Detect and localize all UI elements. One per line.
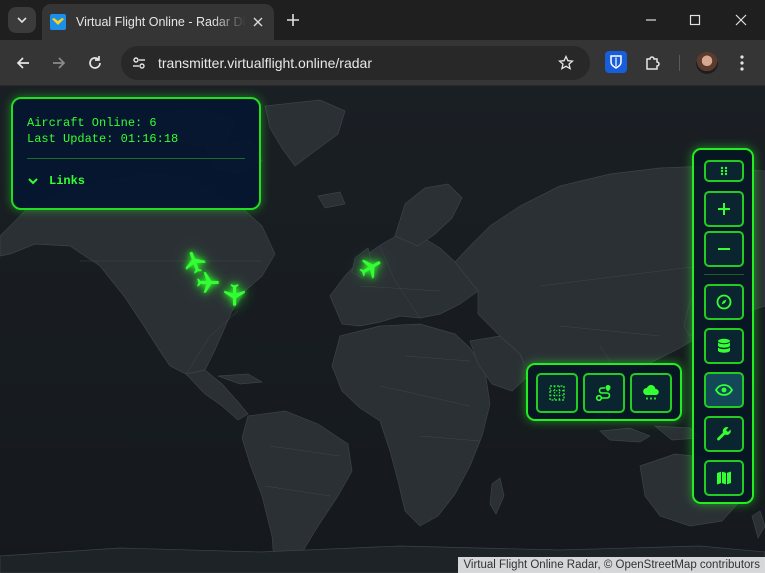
grid-layer-icon [549, 385, 565, 401]
close-window-button[interactable] [723, 5, 759, 35]
map-control-rail [692, 148, 754, 504]
maximize-icon [689, 14, 701, 26]
close-tab-icon[interactable] [250, 14, 266, 30]
puzzle-icon [646, 56, 660, 70]
layer-options-panel [526, 363, 682, 421]
info-panel-divider [27, 158, 245, 159]
tune-icon [133, 57, 145, 69]
bookmark-button[interactable] [552, 49, 580, 77]
chevron-down-icon [28, 178, 38, 185]
browser-menu-button[interactable] [728, 49, 756, 77]
compass-button[interactable] [704, 284, 744, 320]
tab-search-button[interactable] [8, 7, 36, 33]
address-bar[interactable]: transmitter.virtualflight.online/radar [121, 46, 590, 80]
wrench-icon [717, 427, 731, 441]
rail-divider [704, 274, 744, 275]
maximize-button[interactable] [677, 5, 713, 35]
tab-title: Virtual Flight Online - Radar Display [76, 15, 246, 29]
reload-button[interactable] [81, 49, 109, 77]
database-icon [718, 338, 730, 353]
extensions-button[interactable] [639, 49, 667, 77]
tab-strip: Virtual Flight Online - Radar Display [0, 0, 765, 40]
reload-icon [89, 56, 101, 69]
zoom-out-icon [718, 248, 730, 250]
arrow-left-icon [16, 57, 29, 69]
bitwarden-extension-icon[interactable] [605, 51, 627, 73]
browser-toolbar: transmitter.virtualflight.online/radar [0, 40, 765, 86]
map-attribution: Virtual Flight Online Radar, © OpenStree… [458, 557, 765, 573]
toolbar-divider [679, 55, 680, 71]
close-icon [735, 14, 747, 26]
airplane-icon [197, 272, 219, 293]
chevron-down-icon [17, 17, 27, 24]
visibility-button[interactable] [704, 372, 744, 408]
last-update-time: Last Update: 01:16:18 [27, 132, 179, 146]
airplane-icon [224, 284, 245, 306]
aircraft-online-count: Aircraft Online: 6 [27, 116, 157, 130]
grid-layer-button[interactable] [536, 373, 578, 413]
site-info-button[interactable] [125, 49, 153, 77]
more-vertical-icon [740, 55, 744, 71]
route-layer-button[interactable] [583, 373, 625, 413]
minimize-button[interactable] [633, 5, 669, 35]
zoom-out-button[interactable] [704, 231, 744, 267]
active-tab[interactable]: Virtual Flight Online - Radar Display [42, 4, 274, 40]
profile-avatar[interactable] [696, 52, 718, 74]
aircraft-marker-3[interactable] [221, 282, 247, 308]
links-toggle[interactable]: Links [27, 174, 85, 188]
database-button[interactable] [704, 328, 744, 364]
zoom-in-button[interactable] [704, 191, 744, 227]
route-icon [595, 385, 611, 402]
minimize-icon [646, 19, 656, 21]
new-tab-button[interactable] [281, 8, 305, 32]
settings-button[interactable] [704, 416, 744, 452]
compass-icon [716, 294, 732, 310]
weather-layer-button[interactable] [630, 373, 672, 413]
arrow-right-icon [53, 57, 66, 69]
map-style-button[interactable] [704, 460, 744, 496]
star-icon [558, 55, 574, 70]
url-text[interactable]: transmitter.virtualflight.online/radar [158, 55, 552, 71]
zoom-in-icon [718, 203, 730, 215]
favicon-icon [50, 14, 66, 30]
weather-rain-icon [643, 385, 659, 400]
aircraft-marker-2[interactable] [195, 270, 221, 296]
radar-map[interactable]: Aircraft Online: 6 Last Update: 01:16:18… [0, 86, 765, 573]
drag-handle-button[interactable] [704, 160, 744, 182]
eye-icon [715, 384, 733, 396]
plus-icon [287, 14, 299, 26]
forward-button[interactable] [45, 49, 73, 77]
links-label: Links [49, 174, 86, 188]
map-icon [717, 471, 731, 485]
info-panel: Aircraft Online: 6 Last Update: 01:16:18… [11, 97, 261, 210]
drag-handle-icon [720, 166, 728, 176]
back-button[interactable] [9, 49, 37, 77]
